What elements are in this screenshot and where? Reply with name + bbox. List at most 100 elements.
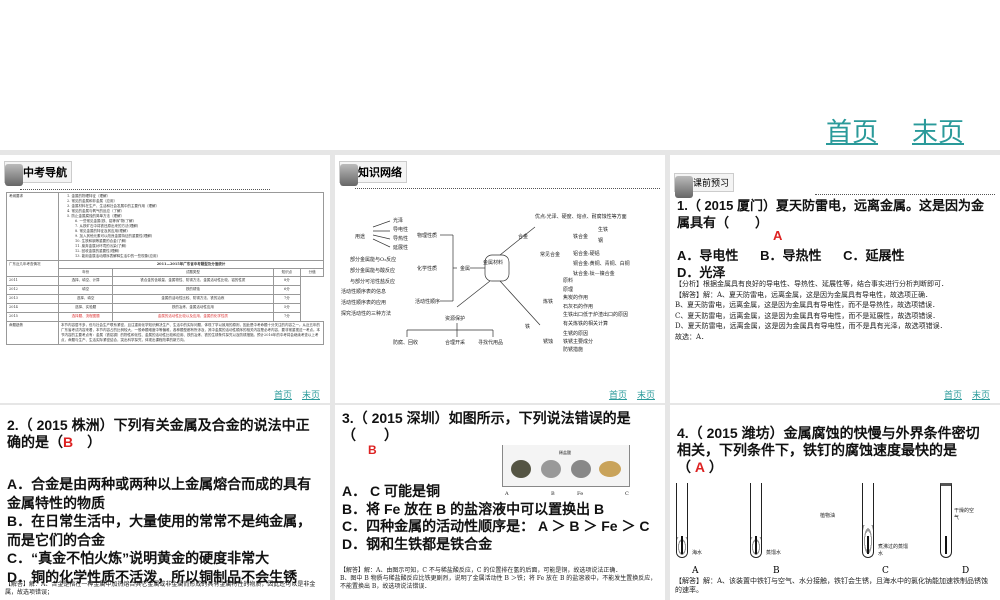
explanation: 【解答】解：A、由图示可知，C 不与稀盐酸反应，C 的位置排在氢的后面，可能是铜…: [340, 567, 660, 591]
resource-item: 防腐、回收: [393, 340, 419, 346]
tube-note: 干燥的空气: [954, 508, 975, 521]
first-page-link[interactable]: 首页: [274, 391, 292, 401]
option-b: B．在日常生活中，大量使用的常常不是纯金属，而是它们的合金: [7, 513, 312, 548]
first-page-link[interactable]: 首页: [609, 391, 627, 401]
divider: [20, 189, 270, 190]
cell-year: 2011: [6, 276, 59, 286]
explanation-line: 【解答】解：A、夏天防雷电，远离金属，这是因为金属具有导电性，故选项正确．: [675, 290, 933, 299]
option-a: A． C 可能是铜: [342, 483, 440, 499]
table-title: 2011—2015年广东省中考题型及分值统计: [58, 260, 324, 269]
first-page-link[interactable]: 首页: [944, 391, 962, 401]
answer-mark: B: [368, 443, 377, 457]
node-alloy: 合金: [518, 234, 529, 240]
slide-header: 课前预习: [674, 173, 735, 198]
slide-thumbnail-question-4[interactable]: 4.（ 2015 潍坊）金属腐蚀的快慢与外界条件密切相关，下列条件下，铁钉的腐蚀…: [670, 405, 1000, 600]
activity-item: 活动性顺序表的信息: [341, 289, 387, 295]
smelting-list: 原料 原理 焦炭的作用 石灰石的作用 生铁出口低于炉渣出口的原因 有关炼铁的相关计算: [563, 277, 628, 328]
slide-thumbnail-question-2[interactable]: 2.（ 2015 株洲）下列有关金属及合金的说法中正确的是（B ） A．合金是由…: [0, 405, 330, 600]
question-end: ）: [73, 434, 102, 450]
explanation-line: B、图中 B 物质与稀盐酸反应比铁更剧烈，说明了金属活动性 B ＞铁；将 Fe …: [340, 575, 657, 590]
tube-label: D: [962, 566, 970, 576]
requirement-item: 13. 能用金属活动顺序表解释生活中的一些现象(应用): [75, 254, 158, 258]
alloy-advantage: 优点:光泽、硬度、熔点、耐腐蚀性等方面: [535, 214, 627, 220]
last-page-link[interactable]: 末页: [972, 391, 990, 401]
cross-icon: [5, 164, 23, 186]
question-text: 1.（ 2015 厦门）夏天防雷电，远离金属。这是因为金属具有（ ）: [677, 198, 984, 230]
physical-list: 光泽 导电性 导热性 延展性: [393, 217, 408, 253]
explanation: 【分析】根据金属具有良好的导电性、导热性、延展性等，结合事实进行分析判断即可． 【…: [675, 279, 995, 342]
column-header: 试题类型: [112, 268, 274, 277]
node-metal: 金属: [460, 266, 471, 272]
last-page-link[interactable]: 末页: [912, 112, 964, 149]
cell-point: 铁的冶炼、金属活动性应用: [112, 303, 274, 313]
metal-a: [511, 460, 531, 478]
resource-item: 合理开采: [445, 340, 466, 346]
metal-b: [541, 460, 561, 478]
smelting-item: 生铁出口低于炉渣出口的原因: [563, 312, 629, 318]
rust-item: 生锈的原因: [563, 331, 589, 337]
book-icon: [675, 176, 693, 198]
first-page-link[interactable]: 首页: [826, 112, 878, 149]
table-row: 2013 选择、填空 金属的活动性比较、防锈方法、铁的冶炼 7分: [6, 294, 324, 304]
answer-mark: B: [63, 434, 74, 450]
cell-point: 铁的锈蚀: [112, 285, 274, 295]
option-b: B．将 Fe 放在 B 的盐溶液中可以置换出 B: [342, 500, 605, 517]
node-smelting: 炼铁: [543, 299, 554, 305]
explanation-line: 【分析】根据金属具有良好的导电性、导热性、延展性等，结合事实进行分析判断即可．: [675, 280, 948, 288]
smelting-item: 有关炼铁的相关计算: [563, 320, 609, 327]
slide-thumbnail-knowledge-network[interactable]: 知识网络 金属材料 用途 光泽 导电性 导热性 延展性 物理性质 部分金属能与O₂反应…: [335, 155, 665, 403]
option-a: A．合金是由两种或两种以上金属熔合而成的具有金属特性的物质: [7, 476, 312, 511]
smelting-item: 石灰石的作用: [563, 303, 594, 310]
cell-year: 2012: [6, 285, 59, 295]
chemical-item: 部分金属能与酸反应: [350, 268, 396, 274]
answer-mark: A: [773, 228, 783, 243]
trend-text: 本节内容居不多，但与社会生产联系紧密，且注重用化学知识解决生产、生活中的实际问题…: [58, 321, 324, 345]
cell-type: 选择、填空: [57, 294, 114, 304]
tube-label: A: [692, 566, 699, 576]
tube-note: 植物油: [820, 513, 836, 519]
physical-item: 延展性: [393, 245, 409, 251]
test-tube-d: [940, 483, 952, 558]
slide-thumbnail-exam-guide[interactable]: 中考导航 考纲要求 1. 金属的物理特征（理解） 2. 常见的金属和非金属（应用）…: [0, 155, 330, 403]
slide-thumbnail-question-1[interactable]: 课前预习 1.（ 2015 厦门）夏天防雷电，远离金属。这是因为金属具有（ ） …: [670, 155, 1000, 403]
question-text: 2.（ 2015 株洲）下列有关金属及合金的说法中正确的是（: [7, 417, 310, 450]
rust-list: 生锈的原因 铁锈主要成分 防锈措施: [563, 330, 593, 354]
explanation-line: D、夏天防雷电，远离金属，这是因为金属具有导电性，而不是具有光泽，故选项错误．: [675, 322, 947, 330]
option-d: D．光泽: [677, 265, 726, 280]
explanation-line: C、夏天防雷电，远离金属，这是因为金属具有导电性，而不是延展性，故选项错误．: [675, 311, 940, 320]
iron-alloy-item: 生铁: [598, 227, 609, 233]
cell-score: 8分: [272, 276, 302, 286]
column-header: 分值: [300, 268, 324, 277]
test-tube-c: [862, 483, 874, 558]
divider: [815, 194, 995, 195]
question-text: 3.（ 2015 深圳）如图所示，下列说法错误的是（ ）: [342, 410, 631, 443]
table-row: 2011 选择、填空、计算 铁合金的含碳量、金属物性、防锈方法、金属活动性比较、铝的…: [6, 276, 324, 286]
current-slide-bottom: 首页 末页: [0, 0, 1000, 150]
test-tube-a: [676, 483, 688, 558]
cell-point: 铁合金的含碳量、金属物性、防锈方法、金属活动性比较、铝的性质: [112, 276, 274, 286]
tube-note: 海水: [692, 550, 703, 556]
cell-score: 7分: [272, 312, 302, 322]
explanation-line: 【解答】解：A、由图示可知，C 不与稀盐酸反应，C 的位置排在氢的后面，可能是铜…: [340, 567, 622, 574]
physical-item: 导电性: [393, 227, 409, 233]
cell-score: 6分: [272, 285, 302, 295]
table-row: 2012 填空 铁的锈蚀 6分: [6, 285, 324, 295]
smelting-item: 原理: [563, 286, 574, 293]
smelting-item: 焦炭的作用: [563, 295, 589, 301]
node-resource: 资源保护: [445, 316, 466, 322]
option-b: B．导热性: [760, 248, 822, 263]
explanation-line: 故选：A．: [675, 332, 709, 341]
answer-mark: A: [694, 459, 706, 475]
cell-type: 选择、填空、计算: [57, 276, 114, 286]
node-iron: 铁: [525, 324, 531, 330]
trend-label: 命题趋势: [6, 321, 59, 345]
tube-label: B: [773, 566, 780, 576]
exam-table: 考纲要求 1. 金属的物理特征（理解） 2. 常见的金属和非金属（应用） 3. 金属…: [6, 192, 324, 345]
rust-item: 防锈措施: [563, 347, 584, 353]
last-page-link[interactable]: 末页: [637, 391, 655, 401]
last-page-link[interactable]: 末页: [302, 391, 320, 401]
slide-thumbnail-question-3[interactable]: 3.（ 2015 深圳）如图所示，下列说法错误的是（ ） B 稀盐酸 A B F…: [335, 405, 665, 600]
column-header: 年份: [57, 268, 114, 277]
metal-c: [599, 461, 621, 477]
chemical-list: 部分金属能与O₂反应 部分金属能与酸反应 与部分可溶性盐反应: [350, 255, 396, 288]
